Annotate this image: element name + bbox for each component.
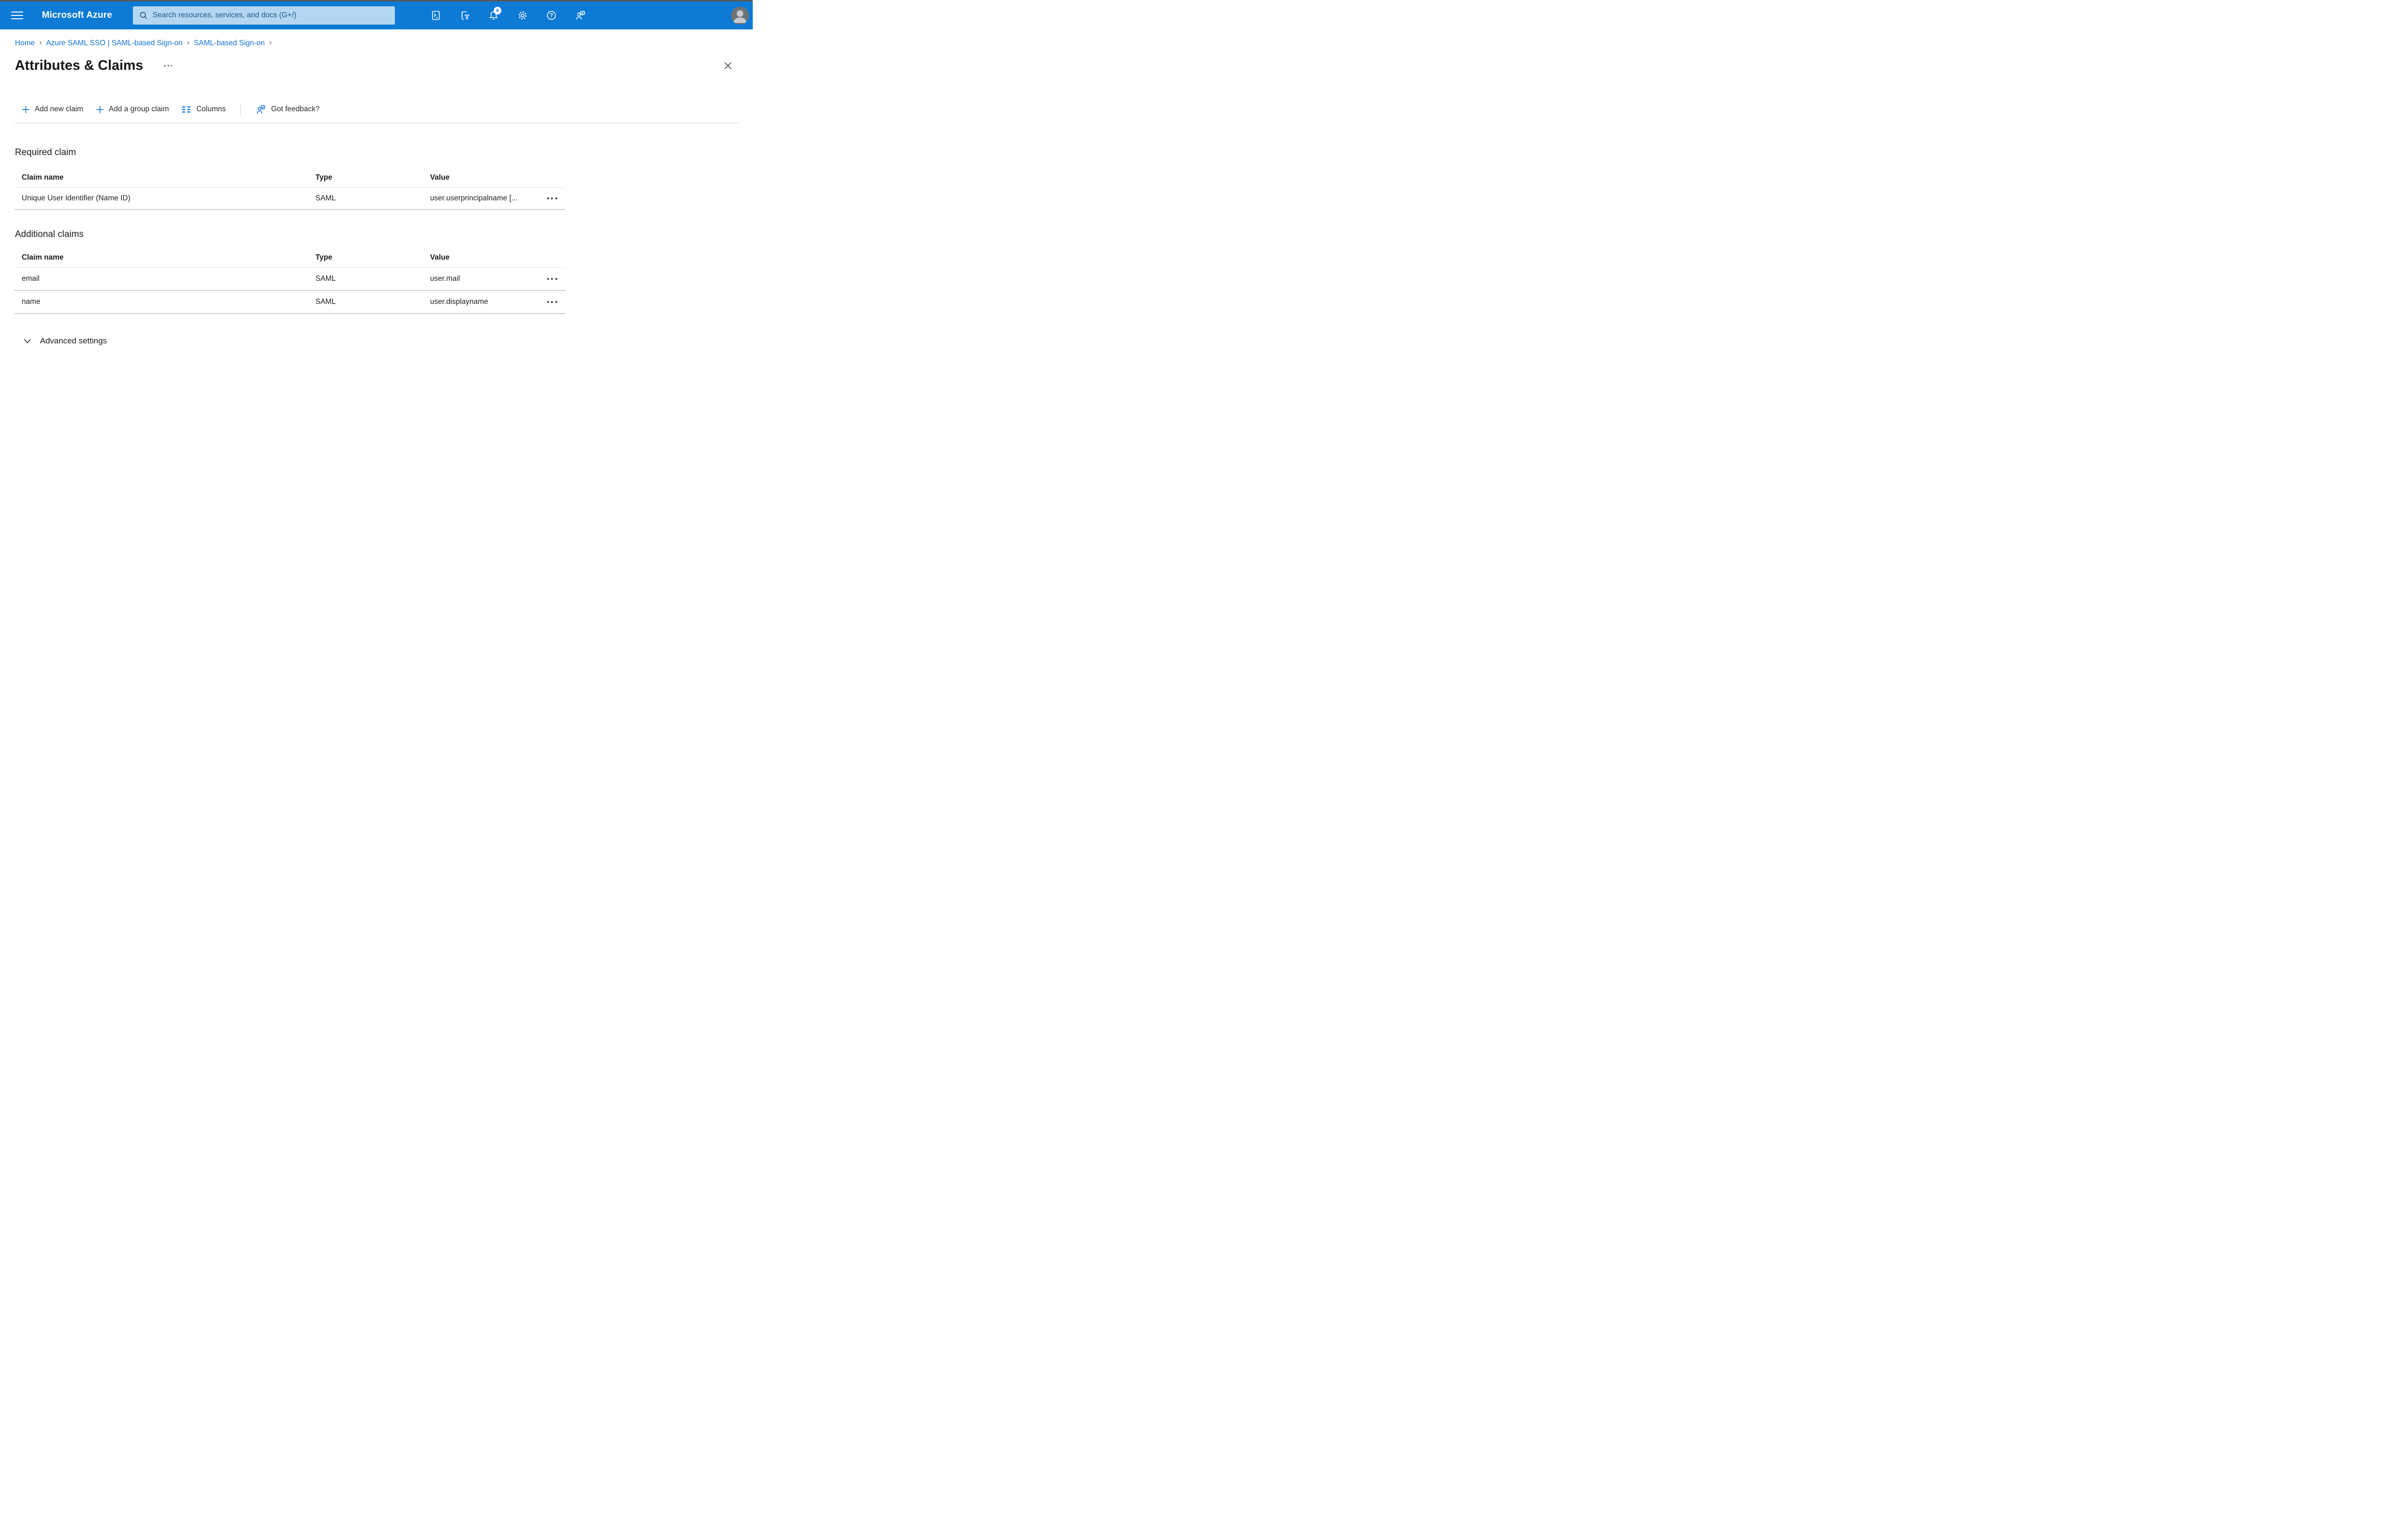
breadcrumb-item-saml-signon[interactable]: SAML-based Sign-on bbox=[194, 39, 264, 48]
additional-claims-heading: Additional claims bbox=[15, 229, 84, 239]
search-input[interactable] bbox=[152, 11, 395, 20]
azure-brand-logo[interactable]: Microsoft Azure bbox=[42, 10, 112, 21]
column-header-value: Value bbox=[430, 253, 450, 262]
topbar-icon-group: 6 ? bbox=[430, 7, 586, 21]
add-new-claim-button[interactable]: Add new claim bbox=[22, 105, 83, 114]
notifications-bell-icon[interactable]: 6 bbox=[488, 7, 501, 21]
help-icon[interactable]: ? bbox=[546, 10, 557, 21]
avatar[interactable] bbox=[731, 6, 749, 25]
claim-type-cell: SAML bbox=[315, 275, 336, 283]
advanced-settings-expander[interactable]: Advanced settings bbox=[0, 332, 753, 350]
column-header-value: Value bbox=[430, 173, 450, 182]
required-claim-heading: Required claim bbox=[15, 147, 76, 158]
row-context-menu-icon[interactable] bbox=[546, 298, 558, 306]
hamburger-menu-icon[interactable] bbox=[11, 11, 23, 20]
plus-icon bbox=[96, 105, 104, 113]
column-header-claim-name: Claim name bbox=[22, 253, 64, 262]
command-bar: Add new claim Add a group claim Columns … bbox=[0, 103, 753, 116]
columns-button[interactable]: Columns bbox=[182, 105, 226, 114]
breadcrumb-item-home[interactable]: Home bbox=[15, 39, 35, 48]
azure-top-bar: Microsoft Azure Search resources, servic… bbox=[0, 1, 753, 29]
row-context-menu-icon[interactable] bbox=[546, 275, 558, 283]
claim-name-cell: name bbox=[22, 298, 40, 306]
page-header: Attributes & Claims bbox=[0, 56, 753, 75]
plus-icon bbox=[22, 105, 30, 113]
table-header-row: Claim name Type Value bbox=[14, 248, 565, 268]
breadcrumb-item-app[interactable]: Azure SAML SSO | SAML-based Sign-on bbox=[46, 39, 183, 48]
settings-gear-icon[interactable] bbox=[517, 10, 528, 21]
table-row[interactable]: name SAML user.displayname bbox=[14, 291, 565, 314]
claim-value-cell: user.userprincipalname [... bbox=[430, 194, 518, 202]
additional-claims-table: Claim name Type Value email SAML user.ma… bbox=[14, 248, 565, 314]
toolbar-divider bbox=[240, 103, 241, 116]
columns-icon bbox=[182, 106, 191, 113]
breadcrumb: Home › Azure SAML SSO | SAML-based Sign-… bbox=[0, 29, 753, 48]
table-header-row: Claim name Type Value bbox=[14, 168, 565, 188]
chevron-down-icon bbox=[24, 339, 31, 343]
breadcrumb-separator: › bbox=[187, 39, 190, 47]
claim-name-cell: email bbox=[22, 275, 40, 283]
directory-filter-icon[interactable] bbox=[459, 10, 471, 21]
close-icon[interactable] bbox=[723, 61, 733, 70]
cloud-shell-icon[interactable] bbox=[430, 10, 442, 21]
svg-text:?: ? bbox=[550, 13, 553, 19]
table-row[interactable]: email SAML user.mail bbox=[14, 268, 565, 291]
feedback-icon[interactable] bbox=[575, 10, 586, 21]
claim-value-cell: user.mail bbox=[430, 275, 460, 283]
required-claim-table: Claim name Type Value Unique User Identi… bbox=[14, 168, 565, 210]
page-title: Attributes & Claims bbox=[15, 58, 144, 73]
table-row[interactable]: Unique User Identifier (Name ID) SAML us… bbox=[14, 188, 565, 210]
global-search-bar[interactable] bbox=[132, 6, 395, 25]
breadcrumb-separator: › bbox=[269, 39, 272, 47]
column-header-type: Type bbox=[315, 173, 333, 182]
row-context-menu-icon[interactable] bbox=[546, 195, 558, 202]
breadcrumb-separator: › bbox=[39, 39, 42, 47]
got-feedback-button[interactable]: Got feedback? bbox=[255, 104, 320, 115]
claim-name-cell: Unique User Identifier (Name ID) bbox=[22, 194, 131, 202]
advanced-settings-label: Advanced settings bbox=[40, 336, 107, 345]
claim-type-cell: SAML bbox=[315, 298, 336, 306]
column-header-claim-name: Claim name bbox=[22, 173, 64, 182]
notification-count-badge: 6 bbox=[494, 7, 501, 14]
claim-type-cell: SAML bbox=[315, 194, 336, 202]
feedback-icon bbox=[257, 105, 265, 114]
claim-value-cell: user.displayname bbox=[430, 298, 488, 306]
add-group-claim-button[interactable]: Add a group claim bbox=[96, 105, 169, 114]
search-icon bbox=[140, 12, 147, 19]
column-header-type: Type bbox=[315, 253, 333, 262]
ellipsis-icon[interactable] bbox=[164, 65, 172, 66]
